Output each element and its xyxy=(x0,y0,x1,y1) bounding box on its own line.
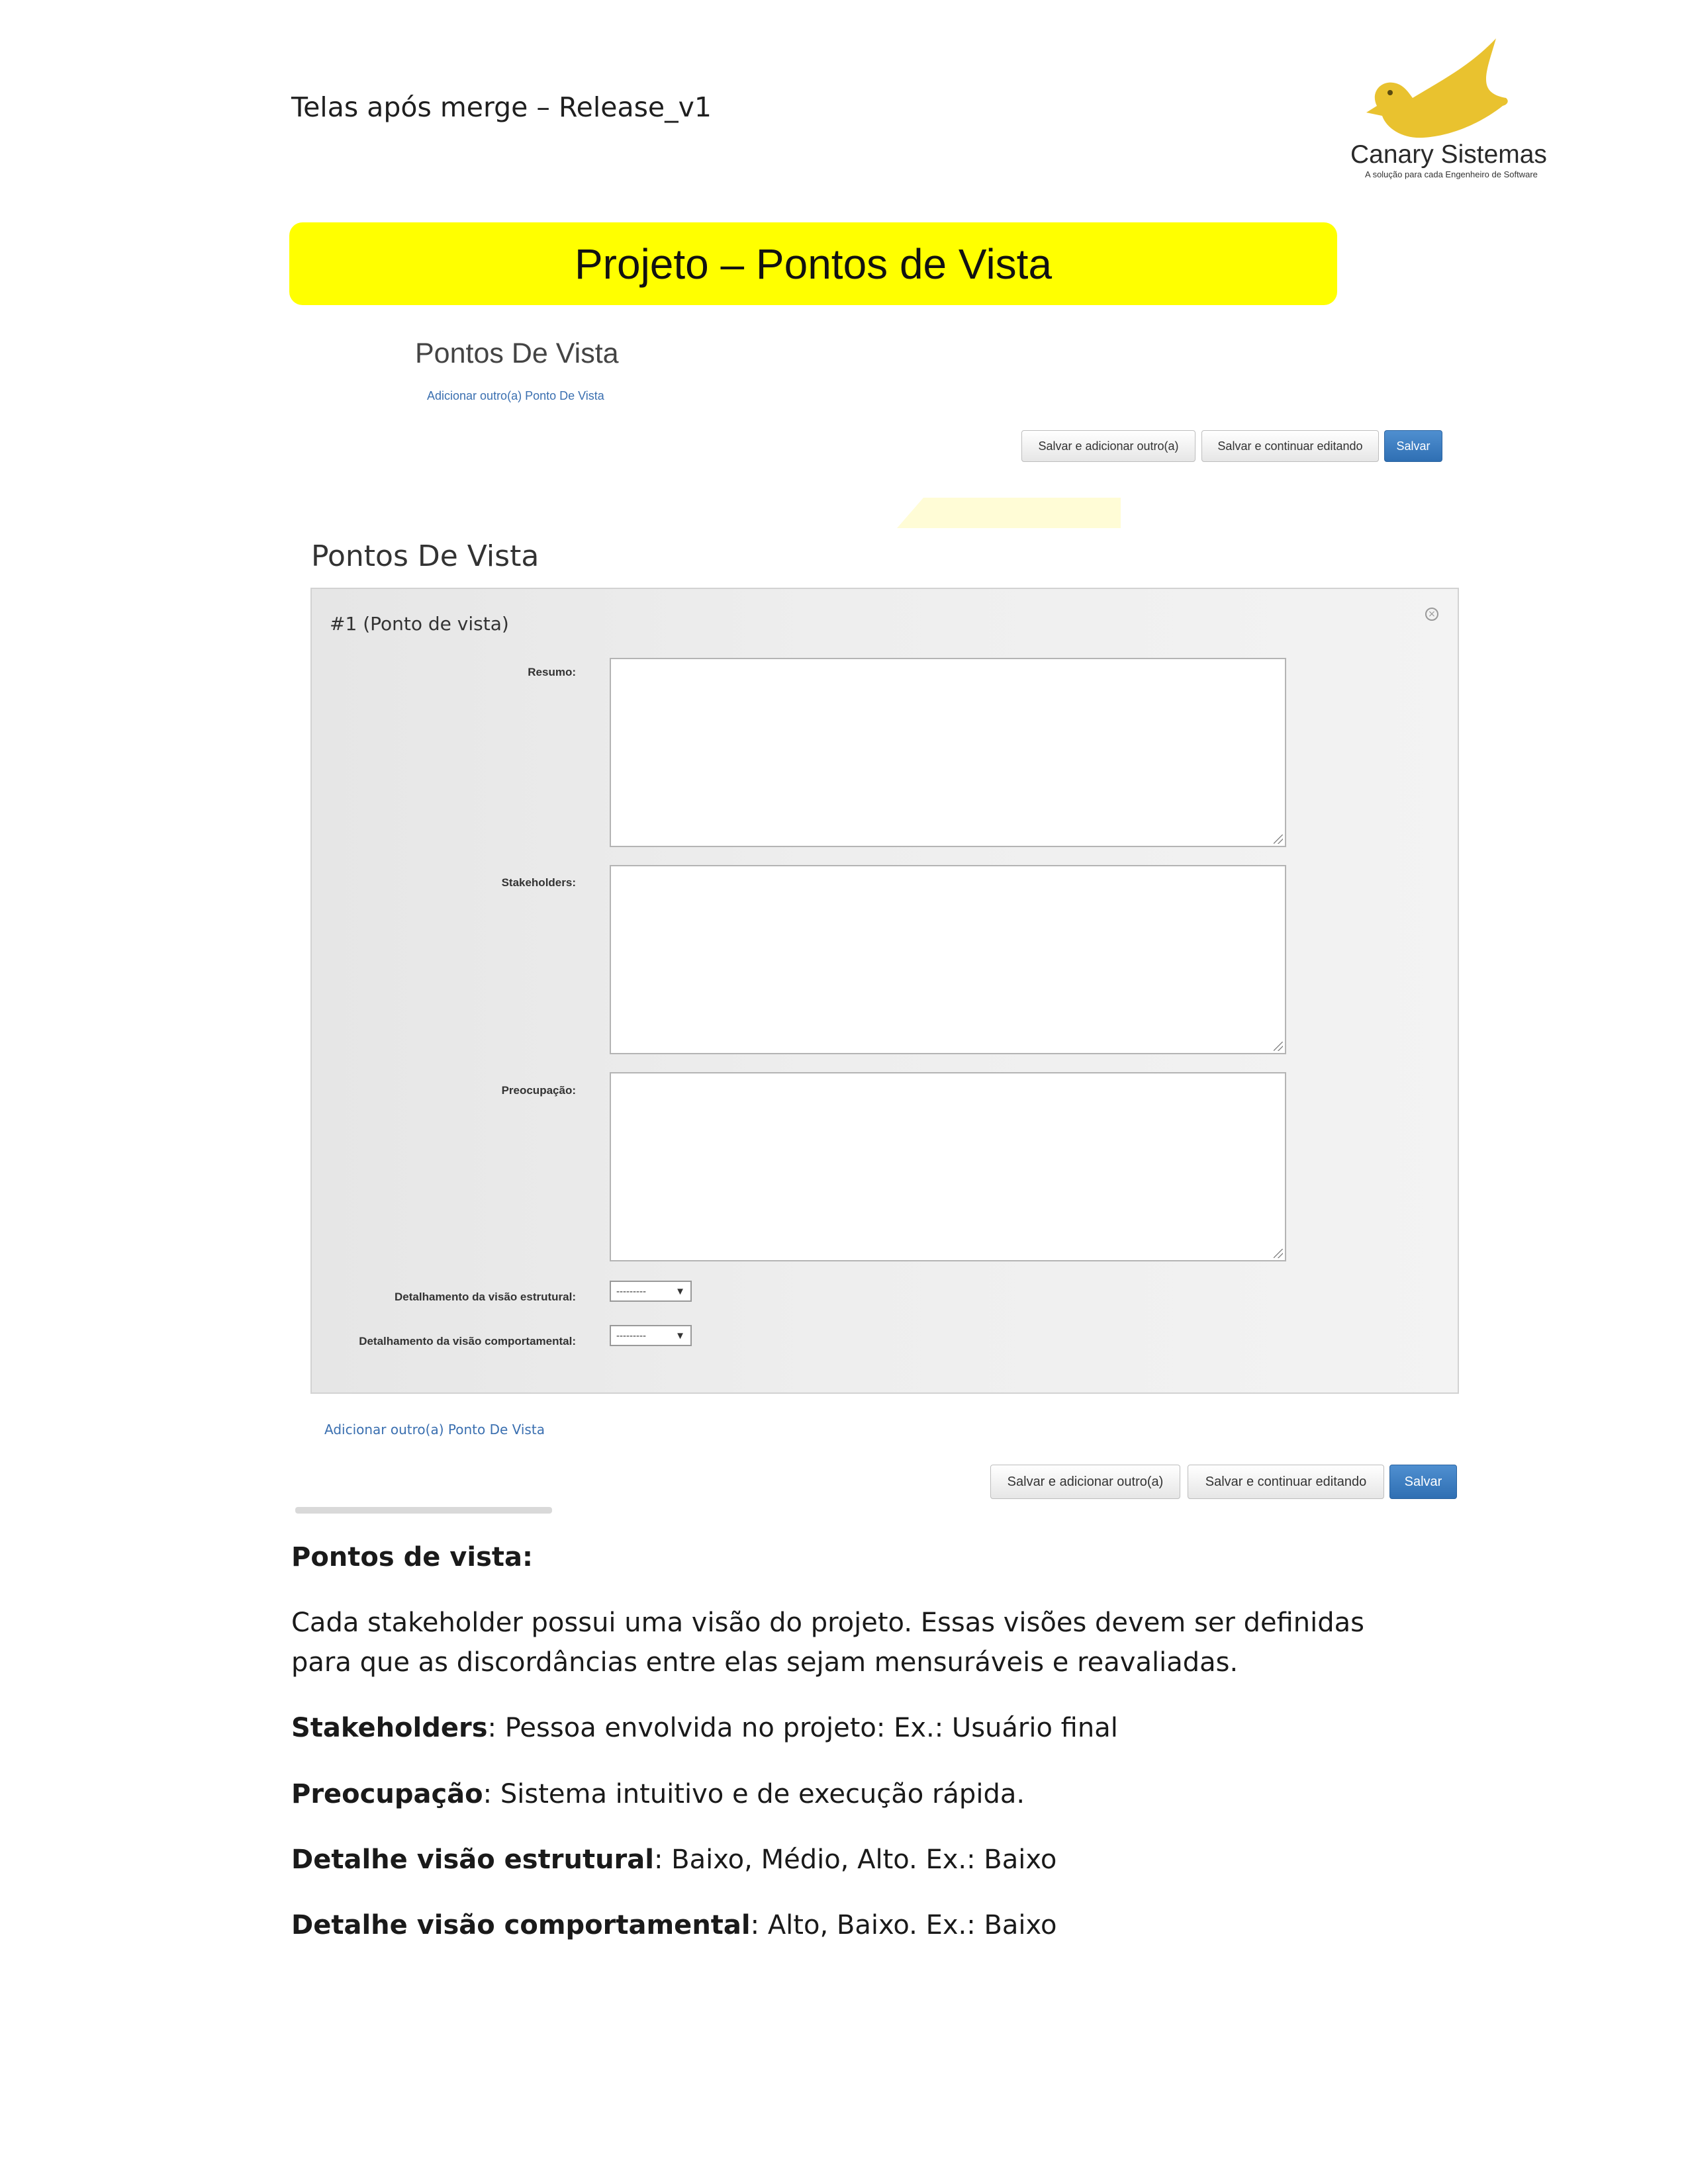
small-save-continue-button[interactable]: Salvar e continuar editando xyxy=(1201,430,1379,462)
content-item-estrutural: Detalhe visão estrutural: Baixo, Médio, … xyxy=(291,1844,1057,1875)
resize-handle-icon[interactable] xyxy=(1274,1249,1283,1258)
resumo-textarea[interactable] xyxy=(610,658,1286,847)
page-header: Telas após merge – Release_v1 xyxy=(291,91,712,123)
small-section-title: Pontos De Vista xyxy=(415,338,619,369)
content-intro: Cada stakeholder possui uma visão do pro… xyxy=(291,1608,1364,1678)
main-add-link[interactable]: Adicionar outro(a) Ponto De Vista xyxy=(324,1422,545,1437)
page-title: Projeto – Pontos de Vista xyxy=(289,222,1337,305)
small-save-add-button[interactable]: Salvar e adicionar outro(a) xyxy=(1021,430,1196,462)
panel-heading: #1 (Ponto de vista) xyxy=(330,613,509,635)
main-save-continue-button[interactable]: Salvar e continuar editando xyxy=(1188,1465,1384,1499)
dropdown-arrow-icon: ▼ xyxy=(675,1330,685,1342)
resize-handle-icon[interactable] xyxy=(1274,835,1283,844)
resize-handle-icon[interactable] xyxy=(1274,1042,1283,1051)
horizontal-scrollbar[interactable] xyxy=(295,1507,552,1514)
decorative-shape xyxy=(897,498,1121,528)
content-heading: Pontos de vista: xyxy=(291,1542,533,1572)
dropdown-arrow-icon: ▼ xyxy=(675,1285,685,1297)
content-item-stakeholders: Stakeholders: Pessoa envolvida no projet… xyxy=(291,1713,1118,1743)
comportamental-select-value: --------- xyxy=(616,1330,646,1342)
preocupacao-textarea[interactable] xyxy=(610,1072,1286,1261)
stakeholders-label: Stakeholders: xyxy=(501,876,576,889)
estrutural-label: Detalhamento da visão estrutural: xyxy=(395,1291,576,1303)
content-item-preocupacao: Preocupação: Sistema intuitivo e de exec… xyxy=(291,1779,1025,1809)
preocupacao-label: Preocupação: xyxy=(501,1084,576,1097)
resumo-label: Resumo: xyxy=(528,666,576,678)
panel-type: (Ponto de vista) xyxy=(363,613,509,635)
stakeholders-textarea[interactable] xyxy=(610,865,1286,1054)
comportamental-label: Detalhamento da visão comportamental: xyxy=(359,1335,576,1347)
content-item-comportamental: Detalhe visão comportamental: Alto, Baix… xyxy=(291,1910,1057,1940)
logo-name: Canary Sistemas xyxy=(1350,140,1547,169)
comportamental-select[interactable]: --------- ▼ xyxy=(610,1325,692,1346)
small-add-link[interactable]: Adicionar outro(a) Ponto De Vista xyxy=(427,389,604,403)
main-save-button[interactable]: Salvar xyxy=(1389,1465,1457,1499)
small-save-button[interactable]: Salvar xyxy=(1384,430,1442,462)
main-save-add-button[interactable]: Salvar e adicionar outro(a) xyxy=(990,1465,1180,1499)
main-section-title: Pontos De Vista xyxy=(311,539,539,573)
panel-number: #1 xyxy=(330,613,357,635)
remove-panel-icon[interactable]: × xyxy=(1425,608,1438,621)
logo-tagline: A solução para cada Engenheiro de Softwa… xyxy=(1365,169,1538,179)
estrutural-select-value: --------- xyxy=(616,1285,646,1297)
estrutural-select[interactable]: --------- ▼ xyxy=(610,1281,692,1302)
